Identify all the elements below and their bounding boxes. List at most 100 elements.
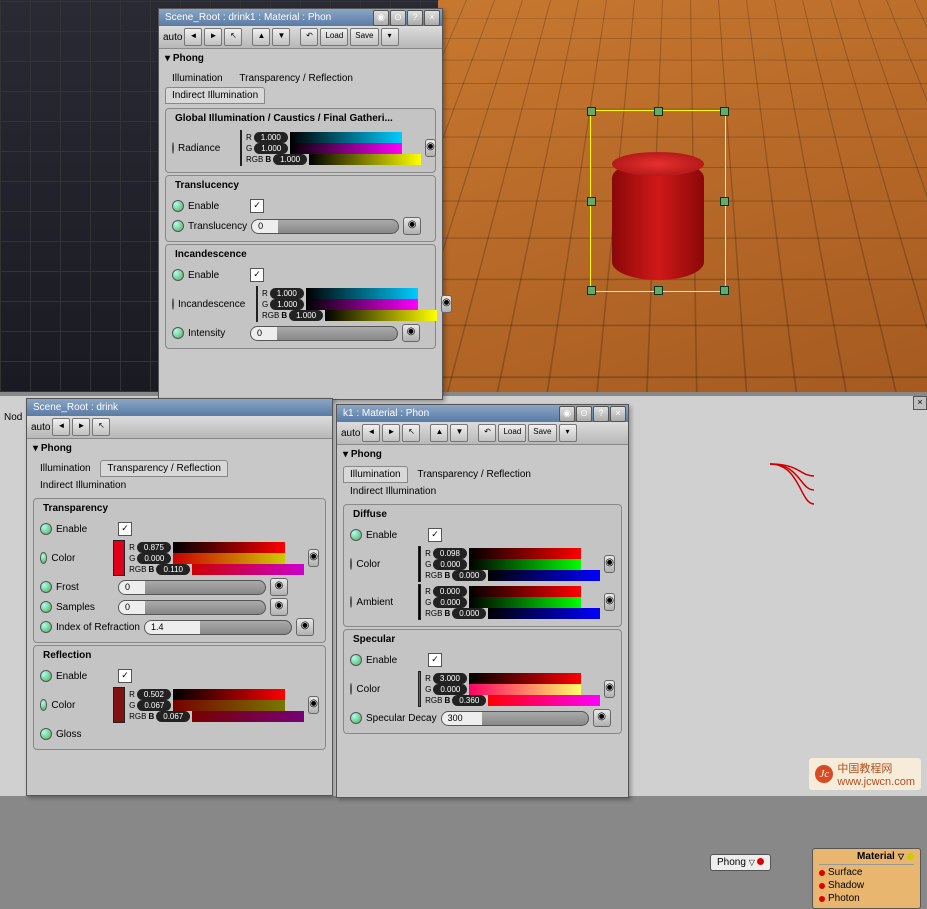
anim-toggle[interactable] (350, 654, 362, 666)
enable-checkbox[interactable]: ✓ (428, 528, 442, 542)
anim-toggle[interactable] (350, 712, 362, 724)
anim-toggle[interactable] (172, 269, 184, 281)
connect-button[interactable]: ◉ (270, 578, 288, 596)
frost-slider[interactable]: 0 (118, 580, 266, 595)
slider-r[interactable] (469, 673, 581, 684)
spec-g[interactable]: 0.000 (433, 684, 467, 695)
inc-swatch[interactable] (256, 286, 258, 322)
anim-toggle[interactable] (172, 298, 174, 310)
amb-g[interactable]: 0.000 (433, 597, 467, 608)
titlebar[interactable]: Scene_Root : drink (27, 399, 332, 416)
spec-r[interactable]: 3.000 (433, 673, 467, 684)
close-icon[interactable]: × (424, 10, 440, 26)
handle-mr[interactable] (720, 197, 729, 206)
connect-button[interactable]: ◉ (593, 709, 611, 727)
connect-button[interactable]: ◉ (308, 549, 319, 567)
close-graph-button[interactable]: × (913, 396, 927, 410)
help-icon[interactable]: ? (407, 10, 423, 26)
slider-b[interactable] (488, 695, 600, 706)
titlebar[interactable]: Scene_Root : drink1 : Material : Phon ◉ … (159, 9, 442, 26)
enable-checkbox[interactable]: ✓ (250, 268, 264, 282)
anim-toggle[interactable] (40, 728, 52, 740)
handle-bm[interactable] (654, 286, 663, 295)
handle-ml[interactable] (587, 197, 596, 206)
anim-toggle[interactable] (40, 621, 52, 633)
save-menu-button[interactable]: ▾ (559, 424, 577, 442)
port-surface[interactable]: Surface (819, 867, 914, 878)
inc-b[interactable]: 1.000 (289, 310, 323, 321)
samples-slider[interactable]: 0 (118, 600, 266, 615)
anim-toggle[interactable] (172, 327, 184, 339)
selection-box[interactable] (590, 110, 726, 292)
tab-illumination[interactable]: Illumination (343, 466, 408, 483)
decay-slider[interactable]: 300 (441, 711, 589, 726)
tab-indirect[interactable]: Indirect Illumination (343, 483, 443, 500)
slider-g[interactable] (469, 597, 581, 608)
anim-toggle[interactable] (172, 220, 184, 232)
anim-toggle[interactable] (40, 581, 52, 593)
connect-button[interactable]: ◉ (403, 217, 421, 235)
save-button[interactable]: Save (350, 28, 378, 46)
slider-r[interactable] (469, 586, 581, 597)
handle-tl[interactable] (587, 107, 596, 116)
up-button[interactable]: ▲ (252, 28, 270, 46)
tab-transparency[interactable]: Transparency / Reflection (100, 460, 228, 477)
anim-toggle[interactable] (172, 200, 184, 212)
trans-color-swatch[interactable] (113, 540, 125, 576)
radiance-b[interactable]: 1.000 (273, 154, 307, 165)
connect-button[interactable]: ◉ (604, 593, 615, 611)
save-button[interactable]: Save (528, 424, 556, 442)
amb-color-swatch[interactable] (418, 584, 421, 620)
connect-button[interactable]: ◉ (441, 295, 452, 313)
slider-r[interactable] (290, 132, 402, 143)
undo-icon[interactable]: ↶ (478, 424, 496, 442)
node-material[interactable]: Material▽ Surface Shadow Photon (812, 848, 921, 909)
tab-indirect[interactable]: Indirect Illumination (165, 87, 265, 104)
connect-button[interactable]: ◉ (296, 618, 314, 636)
down-button[interactable]: ▼ (272, 28, 290, 46)
tab-illumination[interactable]: Illumination (33, 460, 98, 477)
slider-b[interactable] (309, 154, 421, 165)
anim-toggle[interactable] (40, 523, 52, 535)
handle-tm[interactable] (654, 107, 663, 116)
undo-icon[interactable]: ↶ (300, 28, 318, 46)
enable-checkbox[interactable]: ✓ (428, 653, 442, 667)
load-button[interactable]: Load (498, 424, 526, 442)
anim-toggle[interactable] (350, 529, 362, 541)
ior-slider[interactable]: 1.4 (144, 620, 292, 635)
slider-g[interactable] (173, 700, 285, 711)
slider-b[interactable] (325, 310, 437, 321)
next-button[interactable]: ► (204, 28, 222, 46)
tab-transparency[interactable]: Transparency / Reflection (232, 70, 360, 87)
prev-button[interactable]: ◄ (184, 28, 202, 46)
connect-button[interactable]: ◉ (604, 555, 615, 573)
down-button[interactable]: ▼ (450, 424, 468, 442)
anim-toggle[interactable] (350, 558, 352, 570)
close-icon[interactable]: × (610, 406, 626, 422)
trans-g[interactable]: 0.000 (137, 553, 171, 564)
help-icon[interactable]: ? (593, 406, 609, 422)
trans-r[interactable]: 0.875 (137, 542, 171, 553)
connect-button[interactable]: ◉ (270, 598, 288, 616)
save-menu-button[interactable]: ▾ (381, 28, 399, 46)
port-photon[interactable]: Photon (819, 893, 914, 904)
slider-b[interactable] (488, 608, 600, 619)
next-button[interactable]: ► (72, 418, 90, 436)
amb-r[interactable]: 0.000 (433, 586, 467, 597)
inc-r[interactable]: 1.000 (270, 288, 304, 299)
anim-toggle[interactable] (350, 683, 352, 695)
next-button[interactable]: ► (382, 424, 400, 442)
tab-illumination[interactable]: Illumination (165, 70, 230, 87)
slider-b[interactable] (488, 570, 600, 581)
connect-button[interactable]: ◉ (604, 680, 615, 698)
enable-checkbox[interactable]: ✓ (118, 669, 132, 683)
diff-color-swatch[interactable] (418, 546, 421, 582)
connect-button[interactable]: ◉ (402, 324, 420, 342)
trans-b[interactable]: 0.110 (156, 564, 190, 575)
tab-indirect[interactable]: Indirect Illumination (33, 477, 133, 494)
anim-toggle[interactable] (172, 142, 174, 154)
prev-button[interactable]: ◄ (52, 418, 70, 436)
handle-bl[interactable] (587, 286, 596, 295)
radiance-r[interactable]: 1.000 (254, 132, 288, 143)
refl-r[interactable]: 0.502 (137, 689, 171, 700)
